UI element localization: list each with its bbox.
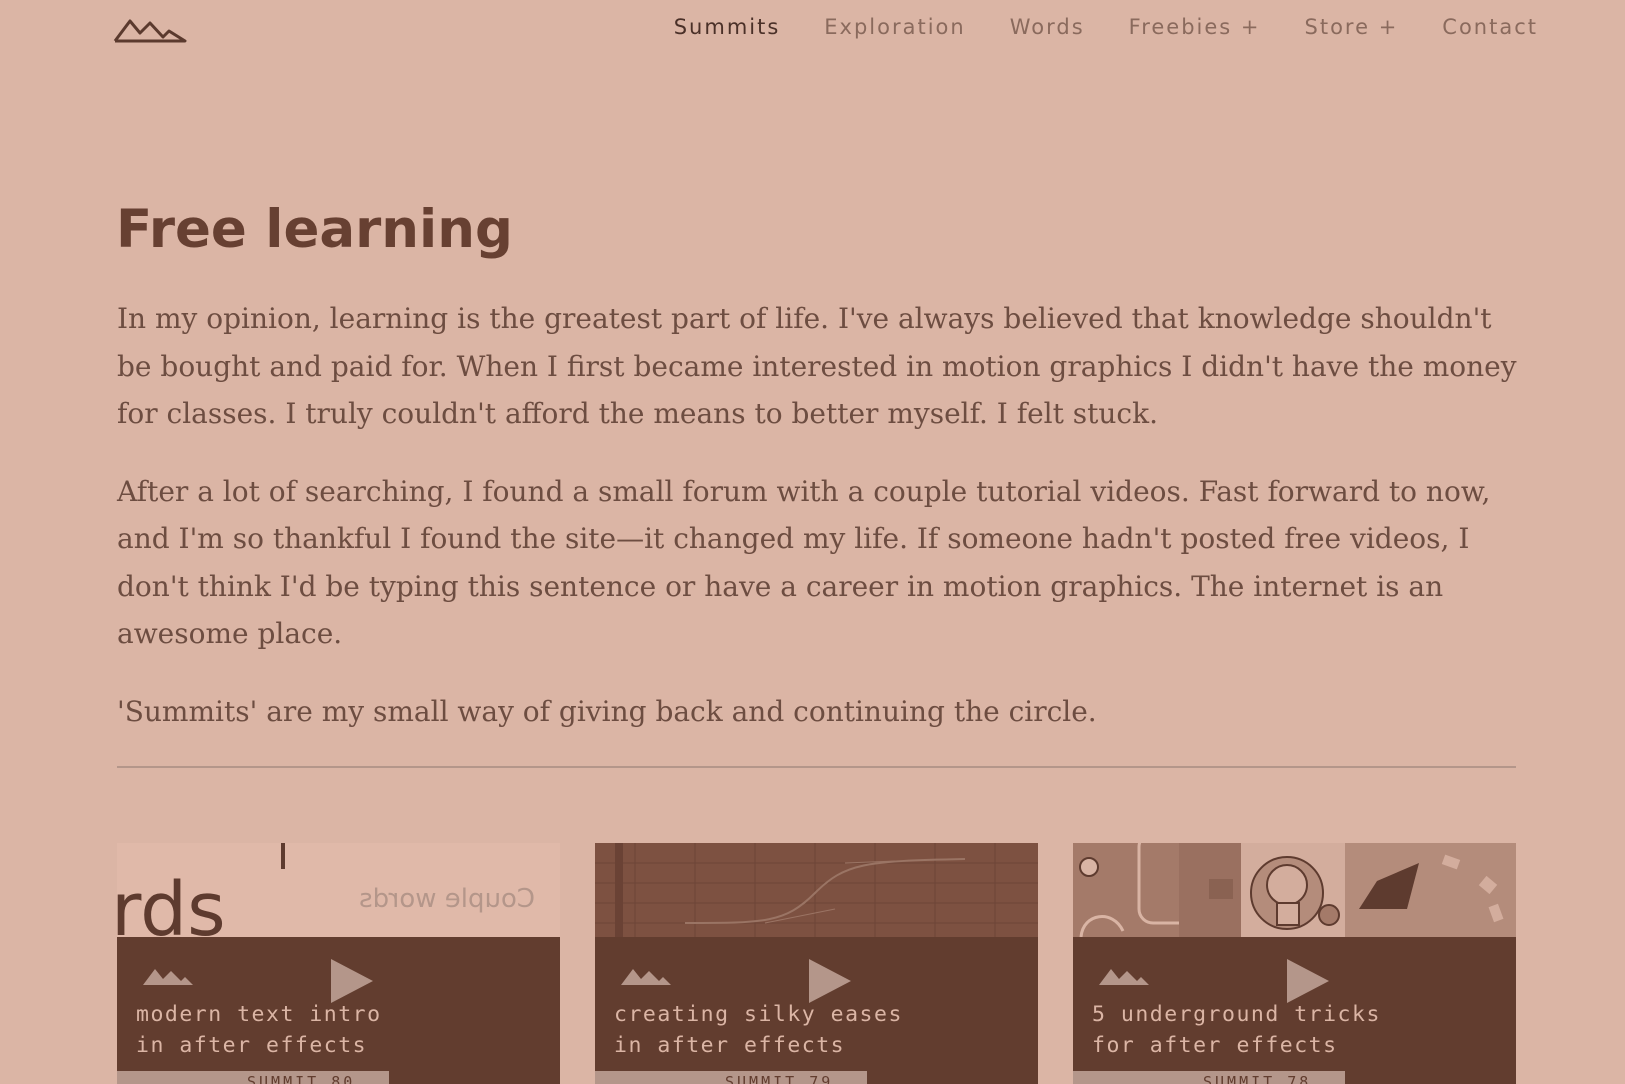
section-divider bbox=[117, 766, 1516, 768]
summit-tag-label: SUMMIT 80 bbox=[247, 1073, 356, 1084]
card-title-line-1: creating silky eases bbox=[614, 1002, 903, 1027]
main-menu: Summits Exploration Words Freebies + Sto… bbox=[630, 13, 1538, 41]
thumbnail-art bbox=[1073, 843, 1516, 937]
mountain-logo-icon[interactable] bbox=[113, 15, 187, 45]
card-title: 5 underground tricks for after effects bbox=[1092, 999, 1492, 1061]
nav-item-freebies[interactable]: Freebies + bbox=[1129, 13, 1261, 41]
nav-item-store[interactable]: Store + bbox=[1305, 13, 1399, 41]
summit-card-list: rds Couple words modern text intro in af… bbox=[117, 843, 1516, 1084]
summit-tag-label: SUMMIT 79 bbox=[725, 1073, 834, 1084]
play-icon[interactable] bbox=[327, 957, 375, 1005]
mountain-logo-icon bbox=[1099, 969, 1149, 985]
intro-paragraph-3: 'Summits' are my small way of giving bac… bbox=[117, 694, 1097, 728]
mountain-logo-icon bbox=[621, 969, 671, 985]
card-title-line-2: in after effects bbox=[136, 1033, 368, 1058]
mountain-logo-icon bbox=[143, 969, 193, 985]
intro-paragraph-2: After a lot of searching, I found a smal… bbox=[117, 474, 1491, 651]
thumb-text-mirror: Couple words bbox=[359, 884, 535, 914]
summit-tag: SUMMIT 78 bbox=[1073, 1071, 1345, 1084]
summit-card-79[interactable]: creating silky eases in after effects SU… bbox=[595, 843, 1038, 1084]
intro-text: In my opinion, learning is the greatest … bbox=[117, 295, 1517, 765]
summit-card-78[interactable]: 5 underground tricks for after effects S… bbox=[1073, 843, 1516, 1084]
intro-paragraph-1: In my opinion, learning is the greatest … bbox=[117, 302, 1517, 430]
card-thumbnail: rds Couple words bbox=[117, 843, 560, 937]
page-title: Free learning bbox=[116, 199, 513, 260]
summit-tag: SUMMIT 80 bbox=[117, 1071, 389, 1084]
summit-tag-label: SUMMIT 78 bbox=[1203, 1073, 1312, 1084]
thumb-text-main: rds bbox=[117, 867, 226, 937]
play-icon[interactable] bbox=[1283, 957, 1331, 1005]
card-panel: modern text intro in after effects SUMMI… bbox=[117, 937, 560, 1084]
thumbnail-art: rds Couple words bbox=[117, 843, 535, 937]
top-navigation: Summits Exploration Words Freebies + Sto… bbox=[0, 0, 1625, 60]
card-title-line-1: 5 underground tricks bbox=[1092, 1002, 1381, 1027]
card-title: creating silky eases in after effects bbox=[614, 999, 1014, 1061]
card-panel: creating silky eases in after effects SU… bbox=[595, 937, 1038, 1084]
card-thumbnail bbox=[595, 843, 1038, 937]
card-title: modern text intro in after effects bbox=[136, 999, 536, 1061]
card-panel: 5 underground tricks for after effects S… bbox=[1073, 937, 1516, 1084]
nav-item-contact[interactable]: Contact bbox=[1442, 13, 1538, 41]
summit-tag: SUMMIT 79 bbox=[595, 1071, 867, 1084]
nav-item-summits[interactable]: Summits bbox=[674, 13, 781, 41]
card-title-line-1: modern text intro bbox=[136, 1002, 382, 1027]
card-thumbnail bbox=[1073, 843, 1516, 937]
play-icon[interactable] bbox=[805, 957, 853, 1005]
nav-item-words[interactable]: Words bbox=[1010, 13, 1085, 41]
thumbnail-art bbox=[595, 843, 1038, 937]
card-title-line-2: in after effects bbox=[614, 1033, 846, 1058]
summit-card-80[interactable]: rds Couple words modern text intro in af… bbox=[117, 843, 560, 1084]
card-title-line-2: for after effects bbox=[1092, 1033, 1338, 1058]
nav-item-exploration[interactable]: Exploration bbox=[824, 13, 965, 41]
